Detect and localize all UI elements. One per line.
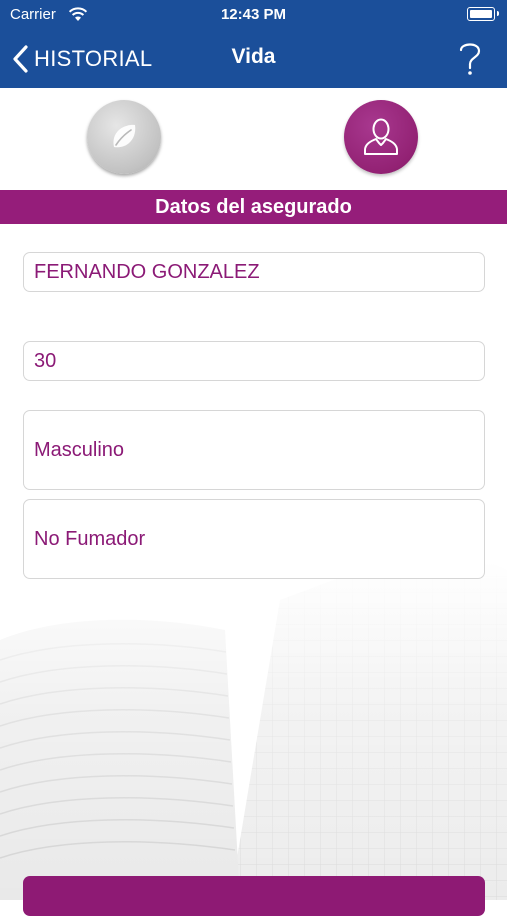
step-insured-button[interactable] (344, 100, 418, 174)
insured-sex-select[interactable]: Masculino (23, 410, 485, 490)
page-title: Vida (231, 45, 276, 68)
status-time: 12:43 PM (220, 6, 287, 23)
navigation-bar: HISTORIAL Vida (0, 30, 507, 88)
smoker-status-select[interactable]: No Fumador (23, 499, 485, 579)
leaf-icon (113, 124, 136, 148)
step-policy-button[interactable] (87, 100, 161, 174)
status-bar: Carrier 12:43 PM (0, 0, 507, 30)
battery-icon (467, 7, 499, 21)
question-mark-icon[interactable] (455, 40, 485, 78)
continue-button[interactable] (23, 876, 485, 916)
section-title: Datos del asegurado (0, 190, 507, 224)
insured-name-field[interactable]: FERNANDO GONZALEZ (23, 252, 485, 292)
person-icon (364, 118, 398, 155)
step-selector (0, 88, 507, 190)
insured-age-field[interactable]: 30 (23, 341, 485, 381)
buildings-background (0, 560, 507, 900)
